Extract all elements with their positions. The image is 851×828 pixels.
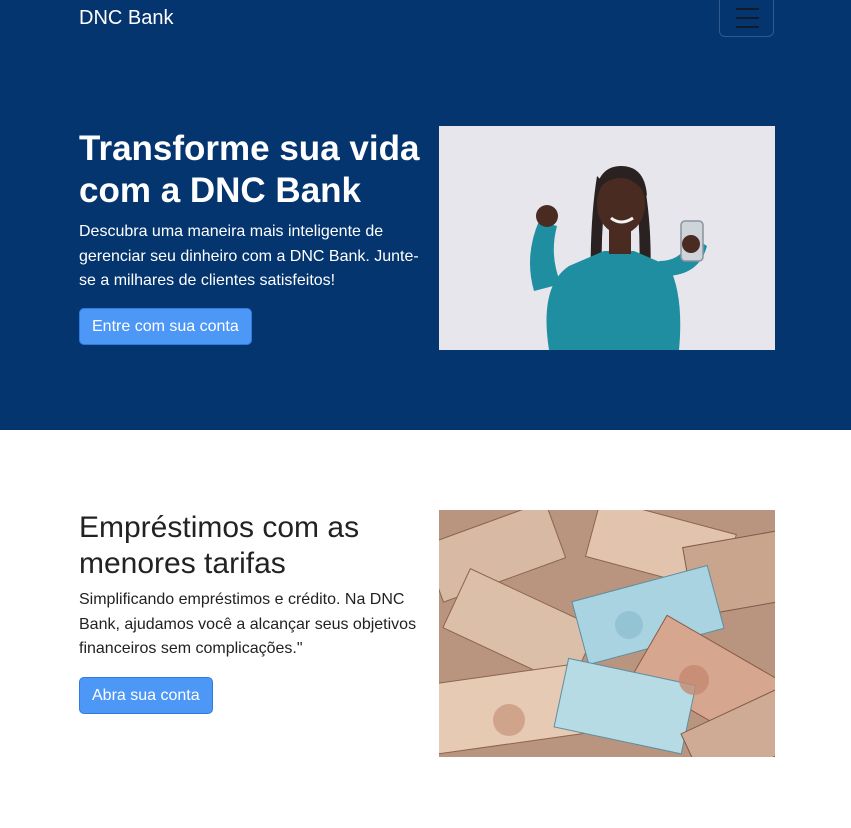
banknotes-illustration — [439, 510, 775, 757]
loans-title: Empréstimos com as menores tarifas — [79, 511, 360, 580]
hero-image — [439, 126, 775, 350]
open-account-button[interactable]: Abra sua conta — [79, 677, 213, 714]
hamburger-icon-line — [736, 26, 759, 28]
hamburger-icon — [736, 8, 759, 10]
loans-section: Empréstimos com as menores tarifas Simpl… — [0, 430, 851, 828]
hamburger-icon-line — [736, 17, 759, 19]
navbar: DNC Bank — [0, 0, 851, 40]
hero-title: Transforme sua vida com a DNC Bank — [79, 129, 420, 210]
banknotes-image — [439, 510, 775, 757]
hero-description: Descubra uma maneira mais inteligente de… — [79, 223, 419, 289]
loans-description: Simplificando empréstimos e crédito. Na … — [79, 591, 417, 657]
woman-with-phone-illustration — [439, 126, 775, 350]
menu-toggle-button[interactable] — [719, 0, 774, 37]
brand-logo[interactable]: DNC Bank — [79, 7, 173, 30]
hero-section: DNC Bank Transforme sua vida com a DNC B… — [0, 0, 851, 430]
login-button[interactable]: Entre com sua conta — [79, 308, 252, 345]
